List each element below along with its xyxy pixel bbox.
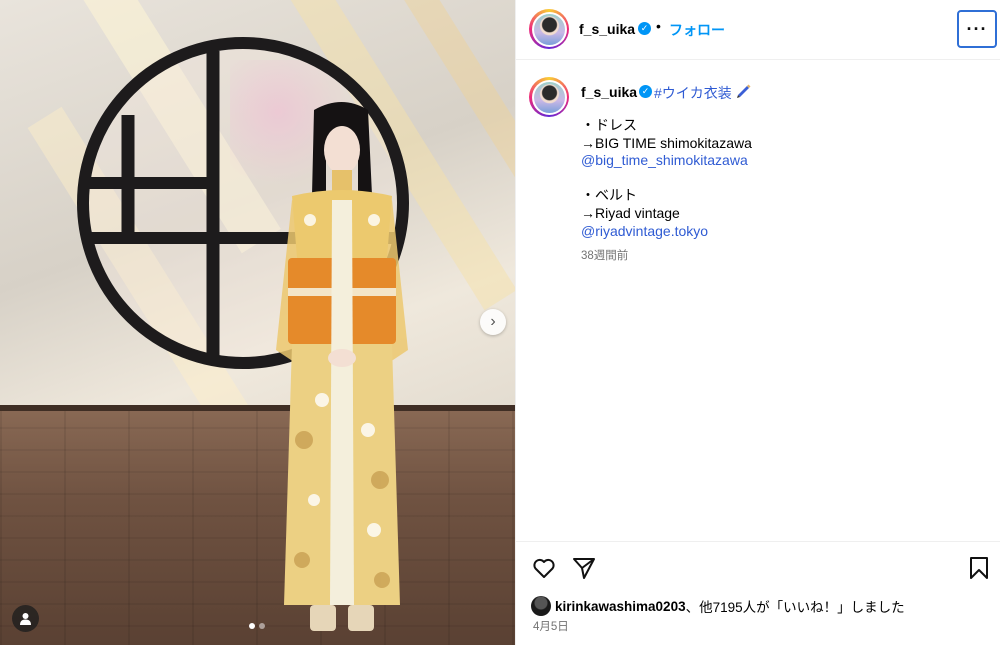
caption-relative-time[interactable]: 38週間前 (581, 247, 628, 263)
caption-body: ・ドレス →BIG TIME shimokitazawa @big_time_s… (581, 117, 752, 240)
avatar-border (531, 11, 567, 47)
pen-icon (737, 84, 751, 98)
carousel-indicator (249, 623, 265, 629)
avatar-image (533, 81, 565, 113)
avatar[interactable] (529, 9, 569, 49)
carousel-dot-active (249, 623, 255, 629)
wooden-floor (0, 405, 515, 645)
caption-line: ・ベルト (581, 187, 637, 204)
user-tag-icon (20, 613, 31, 625)
follow-button[interactable]: フォロー (669, 20, 725, 40)
caption-mention-link[interactable]: @big_time_shimokitazawa (581, 152, 752, 170)
caption-avatar[interactable] (529, 77, 569, 117)
avatar-border (531, 79, 567, 115)
more-icon: ··· (966, 18, 988, 39)
caption-line: →BIG TIME shimokitazawa (581, 134, 752, 151)
likes-count-text[interactable]: 、他7195人が「いいね！」しました (686, 596, 905, 616)
carousel-dot (259, 623, 265, 629)
caption-hashtag-link[interactable]: #ウイカ衣装 (654, 83, 732, 103)
action-bar: kirinkawashima0203 、他7195人が「いいね！」しました 4月… (516, 541, 1000, 645)
caption-section: f_s_uika ✓ #ウイカ衣装 ・ドレス →BIG TIME shimoki… (516, 60, 1000, 540)
heart-icon[interactable] (531, 555, 557, 581)
caption-username[interactable]: f_s_uika (581, 84, 637, 100)
liker-username[interactable]: kirinkawashima0203 (555, 599, 686, 614)
caption-line: →Riyad vintage (581, 204, 680, 221)
post-header: f_s_uika ✓ • フォロー ··· (516, 0, 1000, 60)
header-username[interactable]: f_s_uika (579, 21, 635, 37)
post-date[interactable]: 4月5日 (533, 618, 569, 634)
header-separator: • (656, 18, 661, 34)
likes-summary: kirinkawashima0203 、他7195人が「いいね！」しました (531, 596, 905, 616)
post-photo[interactable]: › (0, 0, 515, 645)
chevron-right-icon: › (490, 313, 496, 330)
caption-line: ・ドレス (581, 117, 637, 133)
verified-badge-icon: ✓ (638, 22, 651, 35)
paper-plane-icon[interactable] (571, 555, 597, 581)
woman-in-yellow-dress (276, 102, 408, 631)
more-options-button[interactable]: ··· (957, 10, 997, 48)
user-tags-button[interactable] (12, 605, 39, 632)
caption-mention-link[interactable]: @riyadvintage.tokyo (581, 223, 752, 241)
avatar-image (533, 13, 565, 45)
post-side-panel: f_s_uika ✓ • フォロー ··· f_s_uika ✓ #ウイカ衣装 … (515, 0, 1000, 645)
liker-avatar[interactable] (531, 596, 551, 616)
verified-badge-icon: ✓ (639, 85, 652, 98)
bookmark-icon[interactable] (966, 555, 992, 581)
carousel-next-button[interactable]: › (480, 309, 506, 335)
